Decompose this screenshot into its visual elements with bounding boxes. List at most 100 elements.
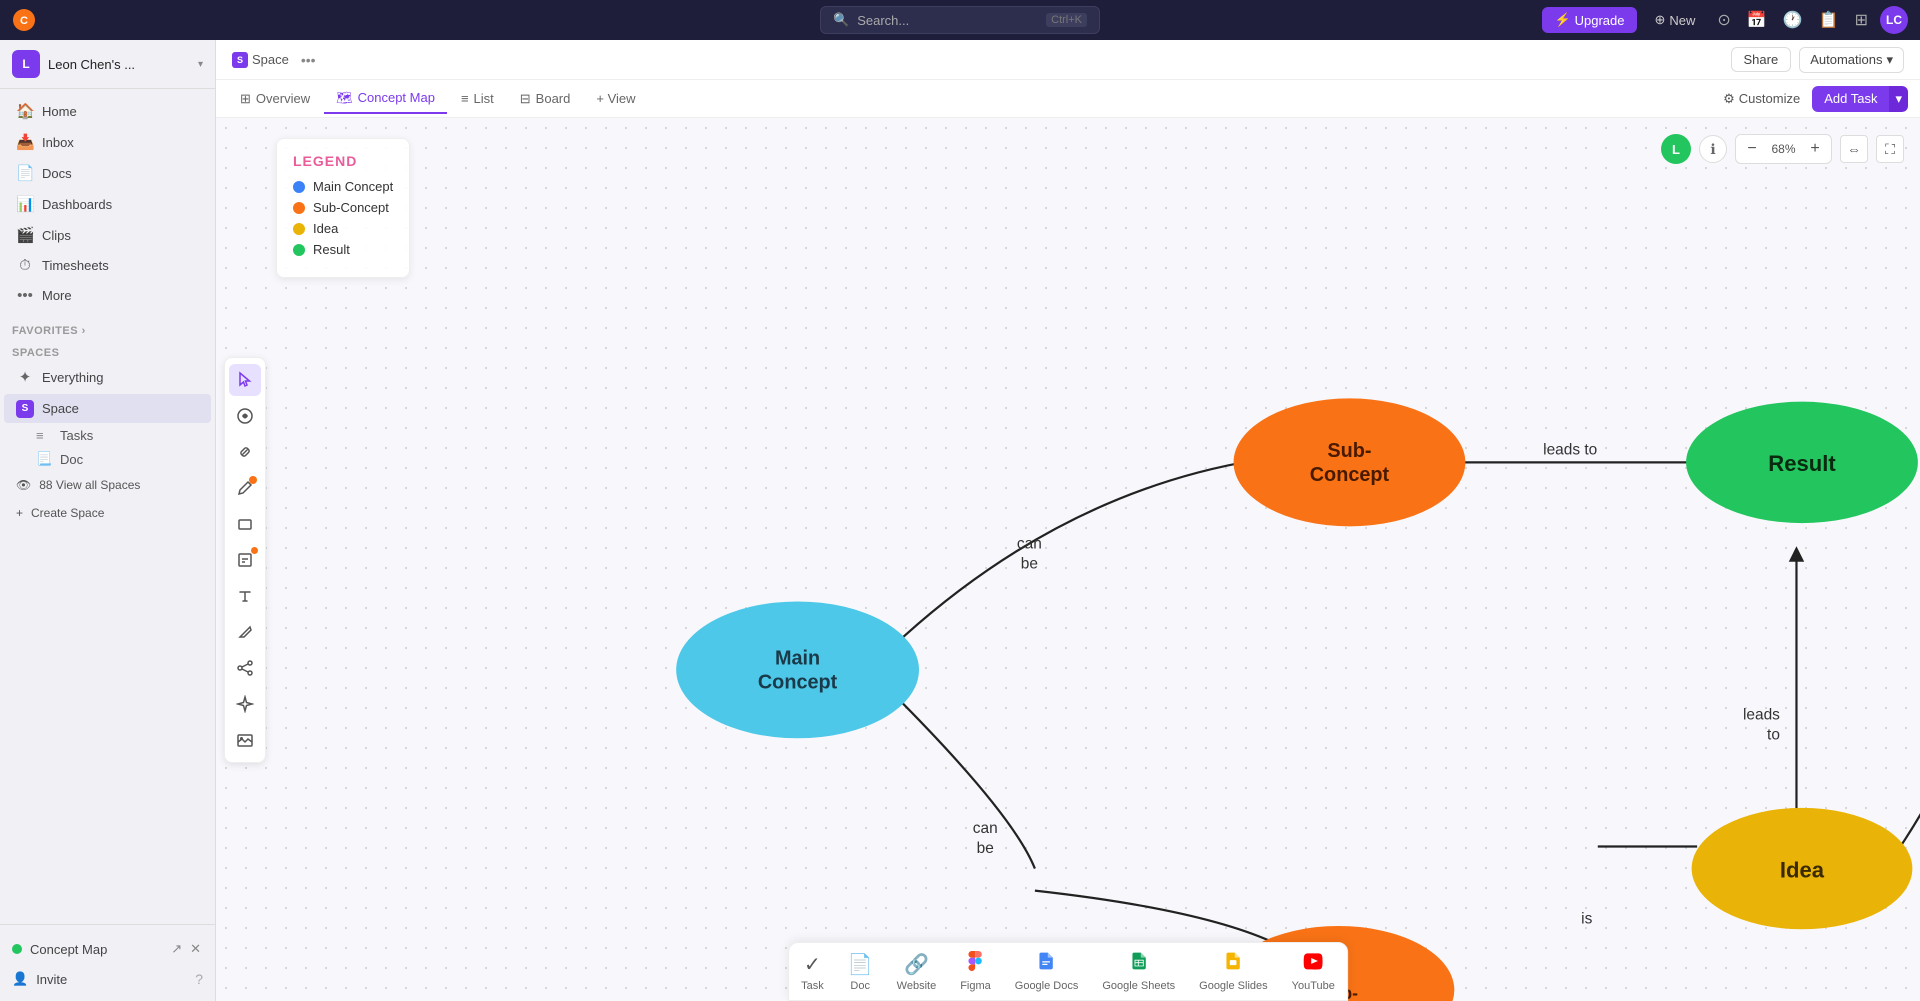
node-sub-concept[interactable] [1234, 398, 1466, 526]
canvas-info-btn[interactable]: ℹ [1699, 135, 1727, 163]
customize-label: Customize [1739, 91, 1800, 106]
automations-button[interactable]: Automations ▾ [1799, 47, 1904, 73]
zoom-in-btn[interactable]: + [1803, 137, 1827, 161]
tasks-label: Tasks [60, 428, 93, 443]
everything-icon: ✦ [16, 368, 34, 386]
task-icon: ✓ [804, 952, 821, 977]
google-sheets-icon [1129, 951, 1149, 977]
concept-map-label: Concept Map [30, 942, 161, 957]
toolbar-pen-btn[interactable] [229, 472, 261, 504]
favorites-label: Favorites › [0, 317, 215, 339]
timesheets-label: Timesheets [42, 258, 109, 273]
search-bar[interactable]: 🔍 Search... Ctrl+K [820, 6, 1100, 34]
zoom-controls: − 68% + [1735, 134, 1832, 164]
search-bar-container: 🔍 Search... Ctrl+K [820, 6, 1100, 34]
add-task-dropdown-button[interactable]: ▾ [1889, 86, 1908, 112]
tab-board[interactable]: ⊟ Board [508, 85, 583, 113]
share-button[interactable]: Share [1731, 47, 1792, 72]
concept-map-canvas[interactable]: can be can be leads to leads to [216, 118, 1920, 1001]
home-label: Home [42, 104, 77, 119]
bottom-tool-figma[interactable]: Figma [960, 951, 991, 992]
canvas-avatar[interactable]: L [1661, 134, 1691, 164]
sidebar-item-dashboards[interactable]: 📊 Dashboards [4, 189, 211, 219]
notifications-button[interactable]: ⊙ [1713, 6, 1734, 34]
sidebar-item-home[interactable]: 🏠 Home [4, 96, 211, 126]
toolbar-image-btn[interactable] [229, 724, 261, 756]
edge-label-leads-to: leads to [1543, 442, 1597, 459]
website-icon: 🔗 [904, 952, 929, 977]
app-logo: C [12, 8, 36, 32]
bottom-tool-website[interactable]: 🔗 Website [897, 952, 937, 992]
toolbar-share-btn[interactable] [229, 652, 261, 684]
home-icon: 🏠 [16, 102, 34, 120]
sidebar-item-more[interactable]: ••• More [4, 281, 211, 310]
youtube-label: YouTube [1292, 980, 1335, 992]
youtube-icon [1303, 951, 1323, 977]
customize-button[interactable]: ⚙ Customize [1713, 86, 1810, 112]
zoom-out-btn[interactable]: − [1740, 137, 1764, 161]
sidebar-invite[interactable]: 👤 Invite ? [0, 965, 215, 993]
concept-map-actions: ↗ ✕ [169, 939, 203, 959]
toolbar-text-btn[interactable] [229, 580, 261, 612]
concept-map-external-btn[interactable]: ↗ [169, 939, 184, 959]
space-more-btn[interactable]: ••• [160, 399, 182, 418]
user-avatar[interactable]: LC [1880, 6, 1908, 34]
bottom-tool-doc[interactable]: 📄 Doc [848, 952, 873, 992]
canvas-wrapper: can be can be leads to leads to [216, 118, 1920, 1001]
toolbar-select-btn[interactable] [229, 364, 261, 396]
concept-map-tab-label: Concept Map [358, 90, 435, 105]
concept-map-close-btn[interactable]: ✕ [188, 939, 203, 959]
tab-add-view[interactable]: + View [584, 85, 647, 112]
list-label: List [474, 91, 494, 106]
sidebar-concept-map[interactable]: Concept Map ↗ ✕ [0, 933, 215, 965]
fit-to-screen-btn[interactable]: ⇔ [1840, 135, 1868, 163]
sidebar-user[interactable]: L Leon Chen's ... ▾ [0, 40, 215, 89]
toolbar-note-btn[interactable] [229, 544, 261, 576]
tab-list[interactable]: ≡ List [449, 85, 506, 112]
edge-label-is: is [1581, 911, 1592, 928]
bottom-tool-task[interactable]: ✓ Task [801, 952, 824, 992]
clock-button[interactable]: 🕐 [1779, 6, 1807, 34]
toolbar-sparkle-btn[interactable] [229, 688, 261, 720]
sidebar-item-docs[interactable]: 📄 Docs [4, 158, 211, 188]
sidebar-view-all-spaces[interactable]: 👁 88 View all Spaces [4, 472, 211, 498]
sidebar-item-clips[interactable]: 🎬 Clips [4, 220, 211, 250]
breadcrumb: S Space [232, 52, 289, 68]
bottom-tool-google-docs[interactable]: Google Docs [1015, 951, 1079, 992]
sidebar-create-space[interactable]: + Create Space [4, 500, 211, 526]
breadcrumb-space-name: Space [252, 52, 289, 67]
docs-label: Docs [42, 166, 72, 181]
main-concept-label-1: Main [775, 647, 820, 669]
grid-button[interactable]: ⊞ [1851, 6, 1872, 34]
fullscreen-btn[interactable]: ⛶ [1876, 135, 1904, 163]
legend-label-main-concept: Main Concept [313, 179, 393, 194]
docs-button[interactable]: 📋 [1815, 6, 1843, 34]
tab-overview[interactable]: ⊞ Overview [228, 85, 322, 113]
toolbar-rect-btn[interactable] [229, 508, 261, 540]
sidebar-item-doc[interactable]: 📃 Doc [0, 447, 215, 471]
everything-label: Everything [42, 370, 103, 385]
bottom-tool-youtube[interactable]: YouTube [1292, 951, 1335, 992]
sidebar-item-inbox[interactable]: 📥 Inbox [4, 127, 211, 157]
node-main-concept[interactable] [676, 601, 919, 738]
upgrade-button[interactable]: ⚡ Upgrade [1542, 7, 1636, 33]
toolbar-eraser-btn[interactable] [229, 616, 261, 648]
sidebar-item-space[interactable]: S Space ••• + [4, 394, 211, 423]
space-add-btn[interactable]: + [183, 399, 199, 418]
space-name: Space [42, 401, 152, 416]
bottom-tool-google-slides[interactable]: Google Slides [1199, 951, 1268, 992]
sidebar-item-everything[interactable]: ✦ Everything [4, 362, 211, 392]
concept-map-dot [12, 944, 22, 954]
toolbar-link-btn[interactable] [229, 436, 261, 468]
toolbar-ai-btn[interactable] [229, 400, 261, 432]
docs-icon: 📄 [16, 164, 34, 182]
new-button[interactable]: ⊕ New [1645, 7, 1706, 33]
space-options-btn[interactable]: ••• [297, 50, 320, 70]
google-slides-label: Google Slides [1199, 980, 1268, 992]
calendar-button[interactable]: 📅 [1743, 6, 1771, 34]
add-task-button[interactable]: Add Task [1812, 86, 1889, 112]
tab-concept-map[interactable]: 🗺 Concept Map [324, 84, 447, 114]
bottom-tool-google-sheets[interactable]: Google Sheets [1102, 951, 1175, 992]
sidebar-item-tasks[interactable]: ≡ Tasks [0, 424, 215, 447]
sidebar-item-timesheets[interactable]: ⏱ Timesheets [4, 251, 211, 280]
